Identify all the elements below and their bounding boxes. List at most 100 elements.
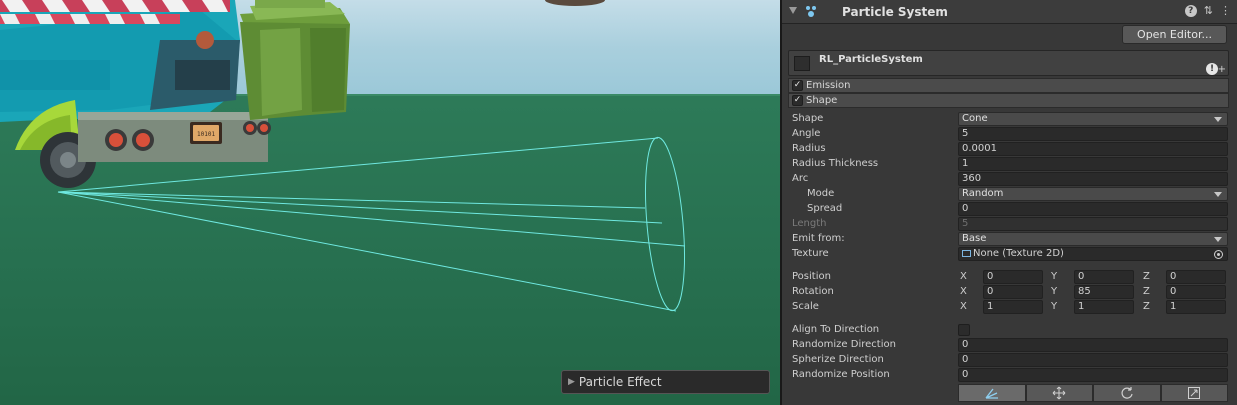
texture-label: Texture	[792, 248, 829, 259]
particle-effect-overlay[interactable]: ▶ Particle Effect	[561, 370, 770, 394]
angle-label[interactable]: Angle	[792, 127, 820, 141]
shape-checkbox[interactable]: ✓	[792, 95, 803, 106]
position-y-field[interactable]: 0	[1074, 270, 1134, 284]
rotate-tool-button[interactable]	[1093, 384, 1161, 402]
shape-dropdown[interactable]: Cone	[958, 112, 1228, 126]
emit-from-dropdown[interactable]: Base	[958, 232, 1228, 246]
radius-thickness-field[interactable]: 1	[958, 157, 1228, 171]
arc-spread-label[interactable]: Spread	[807, 202, 842, 216]
rotation-label: Rotation	[792, 286, 834, 297]
length-row: Length 5	[792, 217, 1228, 231]
scale-y-field[interactable]: 1	[1074, 300, 1134, 314]
rotation-y-field[interactable]: 85	[1074, 285, 1134, 299]
randomize-position-field[interactable]: 0	[958, 368, 1228, 382]
arc-row: Arc 360	[792, 172, 1228, 186]
help-icon[interactable]: ?	[1184, 4, 1197, 17]
randomize-direction-row: Randomize Direction 0	[792, 338, 1228, 352]
scale-row: Scale X 1 Y 1 Z 1	[792, 300, 1228, 314]
preset-icon[interactable]: ⇅	[1204, 4, 1213, 17]
edit-shape-tool-icon	[985, 388, 998, 399]
randomize-direction-field[interactable]: 0	[958, 338, 1228, 352]
emission-checkbox[interactable]: ✓	[792, 80, 803, 91]
shape-label: Shape	[792, 113, 824, 124]
position-label: Position	[792, 271, 831, 282]
align-to-direction-row: Align To Direction	[792, 323, 1228, 337]
overlay-title: Particle Effect	[578, 375, 662, 389]
rotation-z-field[interactable]: 0	[1166, 285, 1226, 299]
scale-tool-button[interactable]	[1160, 384, 1228, 402]
particle-system-swatch	[794, 56, 810, 71]
shape-row: Shape Cone	[792, 112, 1228, 126]
warning-icon[interactable]: !	[1206, 63, 1218, 75]
move-tool-button[interactable]	[1025, 384, 1093, 402]
component-title: Particle System	[842, 5, 948, 19]
distant-object	[545, 0, 605, 6]
module-shape[interactable]: ✓ Shape	[788, 93, 1229, 108]
z-axis-label[interactable]: Z	[1143, 285, 1150, 299]
y-axis-label[interactable]: Y	[1051, 300, 1057, 314]
arc-spread-row: Spread 0	[792, 202, 1228, 216]
spherize-direction-row: Spherize Direction 0	[792, 353, 1228, 367]
rotation-vector: X 0 Y 85 Z 0	[958, 285, 1228, 299]
component-header[interactable]: Particle System ? ⇅ ⋮	[782, 0, 1237, 24]
randomize-position-row: Randomize Position 0	[792, 368, 1228, 382]
position-row: Position X 0 Y 0 Z 0	[792, 270, 1228, 284]
x-axis-label[interactable]: X	[960, 270, 967, 284]
x-axis-label[interactable]: X	[960, 300, 967, 314]
object-picker-icon[interactable]	[1214, 250, 1223, 259]
shape-edit-toolbar	[958, 384, 1228, 402]
rotate-tool-icon	[1121, 387, 1133, 399]
particle-system-icon	[806, 6, 816, 17]
module-label: Emission	[806, 80, 851, 91]
module-emission[interactable]: ✓ Emission	[788, 78, 1229, 93]
scale-vector: X 1 Y 1 Z 1	[958, 300, 1228, 314]
length-field: 5	[958, 217, 1228, 231]
arc-label[interactable]: Arc	[792, 172, 808, 186]
radius-row: Radius 0.0001	[792, 142, 1228, 156]
texture-value: None (Texture 2D)	[973, 248, 1064, 259]
move-tool-icon	[1052, 386, 1066, 400]
y-axis-label[interactable]: Y	[1051, 270, 1057, 284]
angle-row: Angle 5	[792, 127, 1228, 141]
rotation-x-field[interactable]: 0	[983, 285, 1043, 299]
position-z-field[interactable]: 0	[1166, 270, 1226, 284]
open-editor-button[interactable]: Open Editor...	[1122, 25, 1227, 44]
z-axis-label[interactable]: Z	[1143, 300, 1150, 314]
y-axis-label[interactable]: Y	[1051, 285, 1057, 299]
scene-view[interactable]: 10101 ▶ Particle Effect	[0, 0, 780, 405]
trash-bin-model	[240, 0, 350, 120]
texture-icon	[962, 250, 971, 257]
edit-shape-tool-button[interactable]	[958, 384, 1026, 402]
license-plate-text: 10101	[197, 131, 215, 138]
add-icon[interactable]: +	[1218, 64, 1226, 75]
randomize-position-label[interactable]: Randomize Position	[792, 368, 890, 382]
position-vector: X 0 Y 0 Z 0	[958, 270, 1228, 284]
expand-triangle-icon[interactable]: ▶	[568, 377, 575, 387]
align-to-direction-checkbox[interactable]	[958, 324, 970, 336]
scene-objects: 10101	[0, 0, 686, 312]
spherize-direction-field[interactable]: 0	[958, 353, 1228, 367]
spherize-direction-label[interactable]: Spherize Direction	[792, 353, 884, 367]
particle-system-header[interactable]: RL_ParticleSystem ! +	[788, 50, 1229, 76]
angle-field[interactable]: 5	[958, 127, 1228, 141]
arc-spread-field[interactable]: 0	[958, 202, 1228, 216]
arc-mode-dropdown[interactable]: Random	[958, 187, 1228, 201]
radius-field[interactable]: 0.0001	[958, 142, 1228, 156]
collapse-triangle-icon[interactable]	[789, 7, 797, 14]
radius-thickness-label[interactable]: Radius Thickness	[792, 157, 878, 171]
length-label: Length	[792, 218, 827, 229]
radius-label[interactable]: Radius	[792, 142, 826, 156]
texture-row: Texture None (Texture 2D)	[792, 247, 1228, 261]
z-axis-label[interactable]: Z	[1143, 270, 1150, 284]
x-axis-label[interactable]: X	[960, 285, 967, 299]
scale-x-field[interactable]: 1	[983, 300, 1043, 314]
more-menu-icon[interactable]: ⋮	[1220, 4, 1231, 17]
scale-z-field[interactable]: 1	[1166, 300, 1226, 314]
randomize-direction-label[interactable]: Randomize Direction	[792, 338, 896, 352]
texture-object-field[interactable]: None (Texture 2D)	[958, 247, 1228, 261]
radius-thickness-row: Radius Thickness 1	[792, 157, 1228, 171]
scale-label: Scale	[792, 301, 819, 312]
emit-from-label: Emit from:	[792, 233, 845, 244]
arc-field[interactable]: 360	[958, 172, 1228, 186]
position-x-field[interactable]: 0	[983, 270, 1043, 284]
